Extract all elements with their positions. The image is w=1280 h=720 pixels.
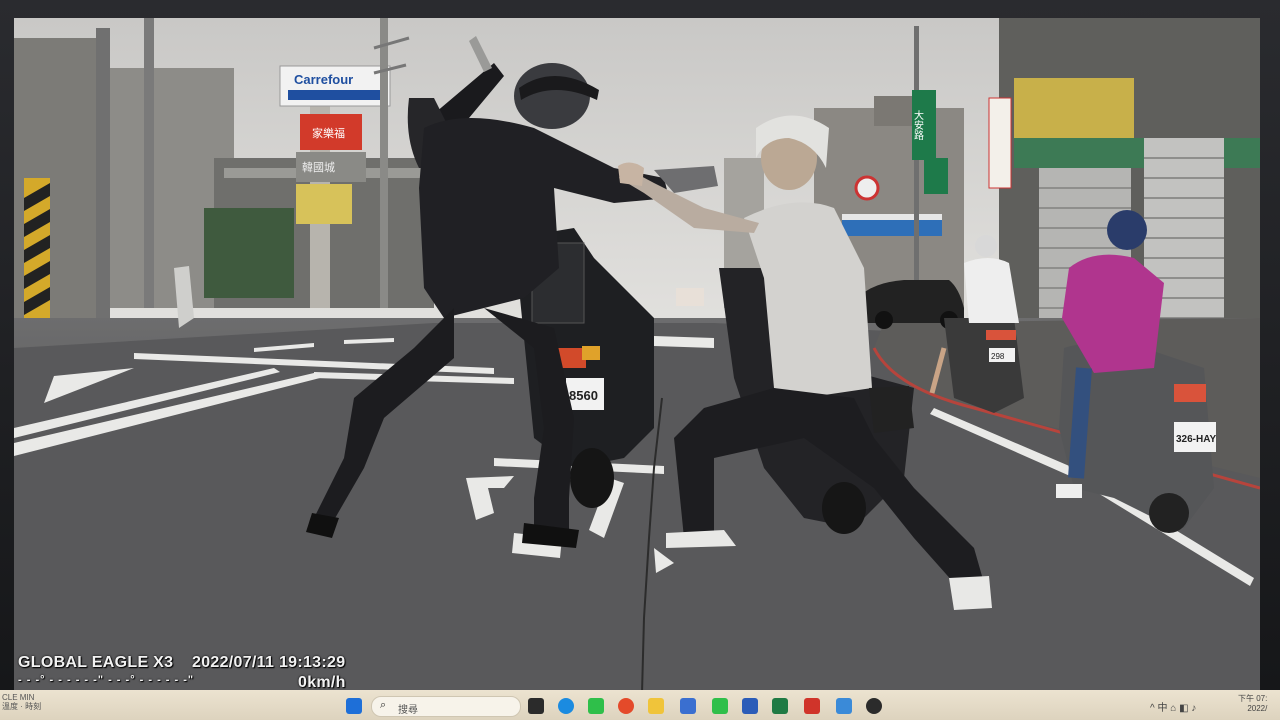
street-sign-label: 大安路 [912,109,924,141]
word-icon[interactable] [742,698,758,714]
dashcam-coordinates: - - -° - - - - - -" - - -° - - - - - -" [18,674,195,686]
taskbar-clock[interactable]: 下午 07: 2022/ [1238,694,1267,714]
task-view-icon[interactable] [528,698,544,714]
store-app-icon[interactable] [680,698,696,714]
file-explorer-icon[interactable] [648,698,664,714]
store-red-label: 家樂福 [312,126,345,140]
distant-car [676,288,704,306]
search-icon: ⌕ [380,699,387,711]
weather-text-1: CLE MIN [2,693,35,702]
rider-plate: 298 [991,352,1005,361]
search-placeholder: 搜尋 [398,705,418,716]
weather-text-2: 溫度 · 時刻 [2,702,42,711]
dashcam-datetime: 2022/07/11 19:13:29 [192,654,346,671]
monitor-frame: Carrefour 家樂福 韓國城 大安路 298 326-HAY 8560 G… [0,0,1280,720]
plate-center: 8560 [569,388,598,403]
windows-start-icon[interactable] [346,698,362,714]
excel-icon[interactable] [772,698,788,714]
media-player-icon[interactable] [866,698,882,714]
notepad-icon[interactable] [836,698,852,714]
windows-taskbar: CLE MIN 溫度 · 時刻 ⌕ 搜尋 ^ 中 ⌂ ◧ ♪ 下午 07: 20… [0,690,1280,720]
acrobat-icon[interactable] [804,698,820,714]
taskbar-weather-widget[interactable]: CLE MIN 溫度 · 時刻 [2,693,41,711]
center-pole [380,18,388,308]
line-app-active-icon[interactable] [712,698,728,714]
plate-right: 326-HAY [1176,434,1217,445]
clock-date: 2022/ [1247,704,1268,713]
store-sub-label: 韓國城 [302,161,335,174]
chrome-icon[interactable] [618,698,634,714]
line-app-icon[interactable] [588,698,604,714]
edge-browser-icon[interactable] [558,698,574,714]
system-tray[interactable]: ^ 中 ⌂ ◧ ♪ [1150,699,1196,714]
dashcam-video-frame: Carrefour 家樂福 韓國城 大安路 298 326-HAY 8560 G… [14,18,1260,693]
clock-time: 下午 07: [1238,694,1268,703]
carrefour-label: Carrefour [294,72,353,87]
dashcam-device-name: GLOBAL EAGLE X3 [18,654,174,671]
taskbar-search-input[interactable]: ⌕ 搜尋 [371,696,521,717]
